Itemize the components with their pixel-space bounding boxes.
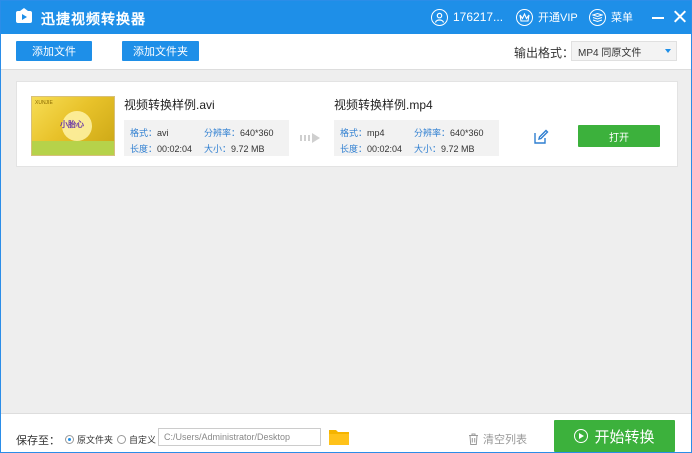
original-folder-radio[interactable]: 原文件夹 bbox=[65, 433, 113, 446]
custom-folder-label: 自定义 bbox=[129, 435, 157, 445]
radio-selected-icon bbox=[65, 435, 74, 444]
close-button[interactable] bbox=[672, 8, 688, 26]
menu-icon bbox=[589, 8, 606, 26]
user-account[interactable]: 176217... bbox=[431, 7, 503, 27]
video-thumbnail: XUNJIE 小胎心 bbox=[31, 96, 115, 156]
vip-label: 开通VIP bbox=[538, 12, 578, 24]
toolbar: 添加文件 添加文件夹 输出格式： MP4 同原文件 bbox=[1, 34, 691, 70]
target-resolution: 640*360 bbox=[450, 128, 484, 138]
add-folder-button[interactable]: 添加文件夹 bbox=[122, 41, 199, 61]
app-title: 迅捷视频转换器 bbox=[41, 11, 146, 27]
source-file-info: 格式：avi 分辨率：640*360 长度：00:02:04 大小：9.72 M… bbox=[124, 120, 289, 156]
app-logo-icon bbox=[16, 8, 32, 23]
folder-icon[interactable] bbox=[329, 428, 349, 445]
bottom-bar: 保存至： 原文件夹 自定义 清空列表 开始转换 bbox=[1, 413, 691, 452]
file-list: XUNJIE 小胎心 视频转换样例.avi 格式：avi 分辨率：640*360… bbox=[1, 71, 691, 413]
menu-button[interactable]: 菜单 bbox=[589, 7, 633, 27]
user-id: 176217... bbox=[453, 10, 504, 24]
target-resolution-key: 分辨率： bbox=[414, 128, 451, 138]
start-convert-button[interactable]: 开始转换 bbox=[554, 420, 675, 452]
open-button[interactable]: 打开 bbox=[578, 125, 660, 147]
source-file-name: 视频转换样例.avi bbox=[124, 98, 215, 112]
output-format-value: MP4 同原文件 bbox=[578, 47, 642, 59]
source-resolution-key: 分辨率： bbox=[204, 128, 241, 138]
convert-arrow-icon bbox=[300, 133, 320, 143]
source-format: avi bbox=[157, 128, 169, 138]
minimize-button[interactable] bbox=[650, 7, 666, 27]
target-file-name: 视频转换样例.mp4 bbox=[334, 98, 433, 112]
source-resolution: 640*360 bbox=[240, 128, 274, 138]
vip-button[interactable]: 开通VIP bbox=[516, 7, 578, 27]
thumbnail-grass-shape bbox=[32, 141, 114, 155]
target-size: 9.72 MB bbox=[441, 144, 475, 154]
start-convert-label: 开始转换 bbox=[594, 428, 655, 446]
output-format-label: 输出格式： bbox=[514, 46, 575, 60]
vip-icon bbox=[516, 8, 533, 26]
original-folder-label: 原文件夹 bbox=[77, 435, 114, 445]
title-bar: 迅捷视频转换器 176217... 开通VIP 菜单 bbox=[1, 1, 691, 34]
target-format-key: 格式： bbox=[340, 128, 368, 138]
source-format-key: 格式： bbox=[130, 128, 158, 138]
play-icon bbox=[574, 429, 589, 443]
dropdown-caret-icon bbox=[665, 49, 671, 53]
save-to-label: 保存至： bbox=[16, 435, 60, 447]
custom-folder-radio[interactable]: 自定义 bbox=[117, 433, 156, 446]
source-duration: 00:02:04 bbox=[157, 144, 193, 154]
source-duration-key: 长度： bbox=[130, 144, 158, 154]
edit-icon[interactable] bbox=[533, 129, 549, 145]
user-icon bbox=[431, 8, 448, 26]
thumbnail-caption: 小胎心 bbox=[60, 120, 84, 129]
add-file-button[interactable]: 添加文件 bbox=[16, 41, 92, 61]
clear-list-button[interactable]: 清空列表 bbox=[468, 431, 527, 447]
target-duration-key: 长度： bbox=[340, 144, 368, 154]
thumbnail-logo: XUNJIE bbox=[35, 100, 53, 106]
source-size: 9.72 MB bbox=[231, 144, 265, 154]
target-duration: 00:02:04 bbox=[367, 144, 403, 154]
source-size-key: 大小： bbox=[204, 144, 232, 154]
file-list-item: XUNJIE 小胎心 视频转换样例.avi 格式：avi 分辨率：640*360… bbox=[16, 81, 678, 167]
target-file-info: 格式：mp4 分辨率：640*360 长度：00:02:04 大小：9.72 M… bbox=[334, 120, 499, 156]
radio-unselected-icon bbox=[117, 435, 126, 444]
target-size-key: 大小： bbox=[414, 144, 442, 154]
target-format: mp4 bbox=[367, 128, 385, 138]
app-window: 迅捷视频转换器 176217... 开通VIP 菜单 添加文件 添加文件夹 输出… bbox=[0, 0, 692, 453]
save-path-input[interactable] bbox=[158, 428, 321, 446]
trash-icon bbox=[469, 433, 478, 445]
menu-label: 菜单 bbox=[611, 12, 633, 24]
clear-list-label: 清空列表 bbox=[483, 434, 527, 446]
output-format-select[interactable]: MP4 同原文件 bbox=[571, 41, 677, 61]
